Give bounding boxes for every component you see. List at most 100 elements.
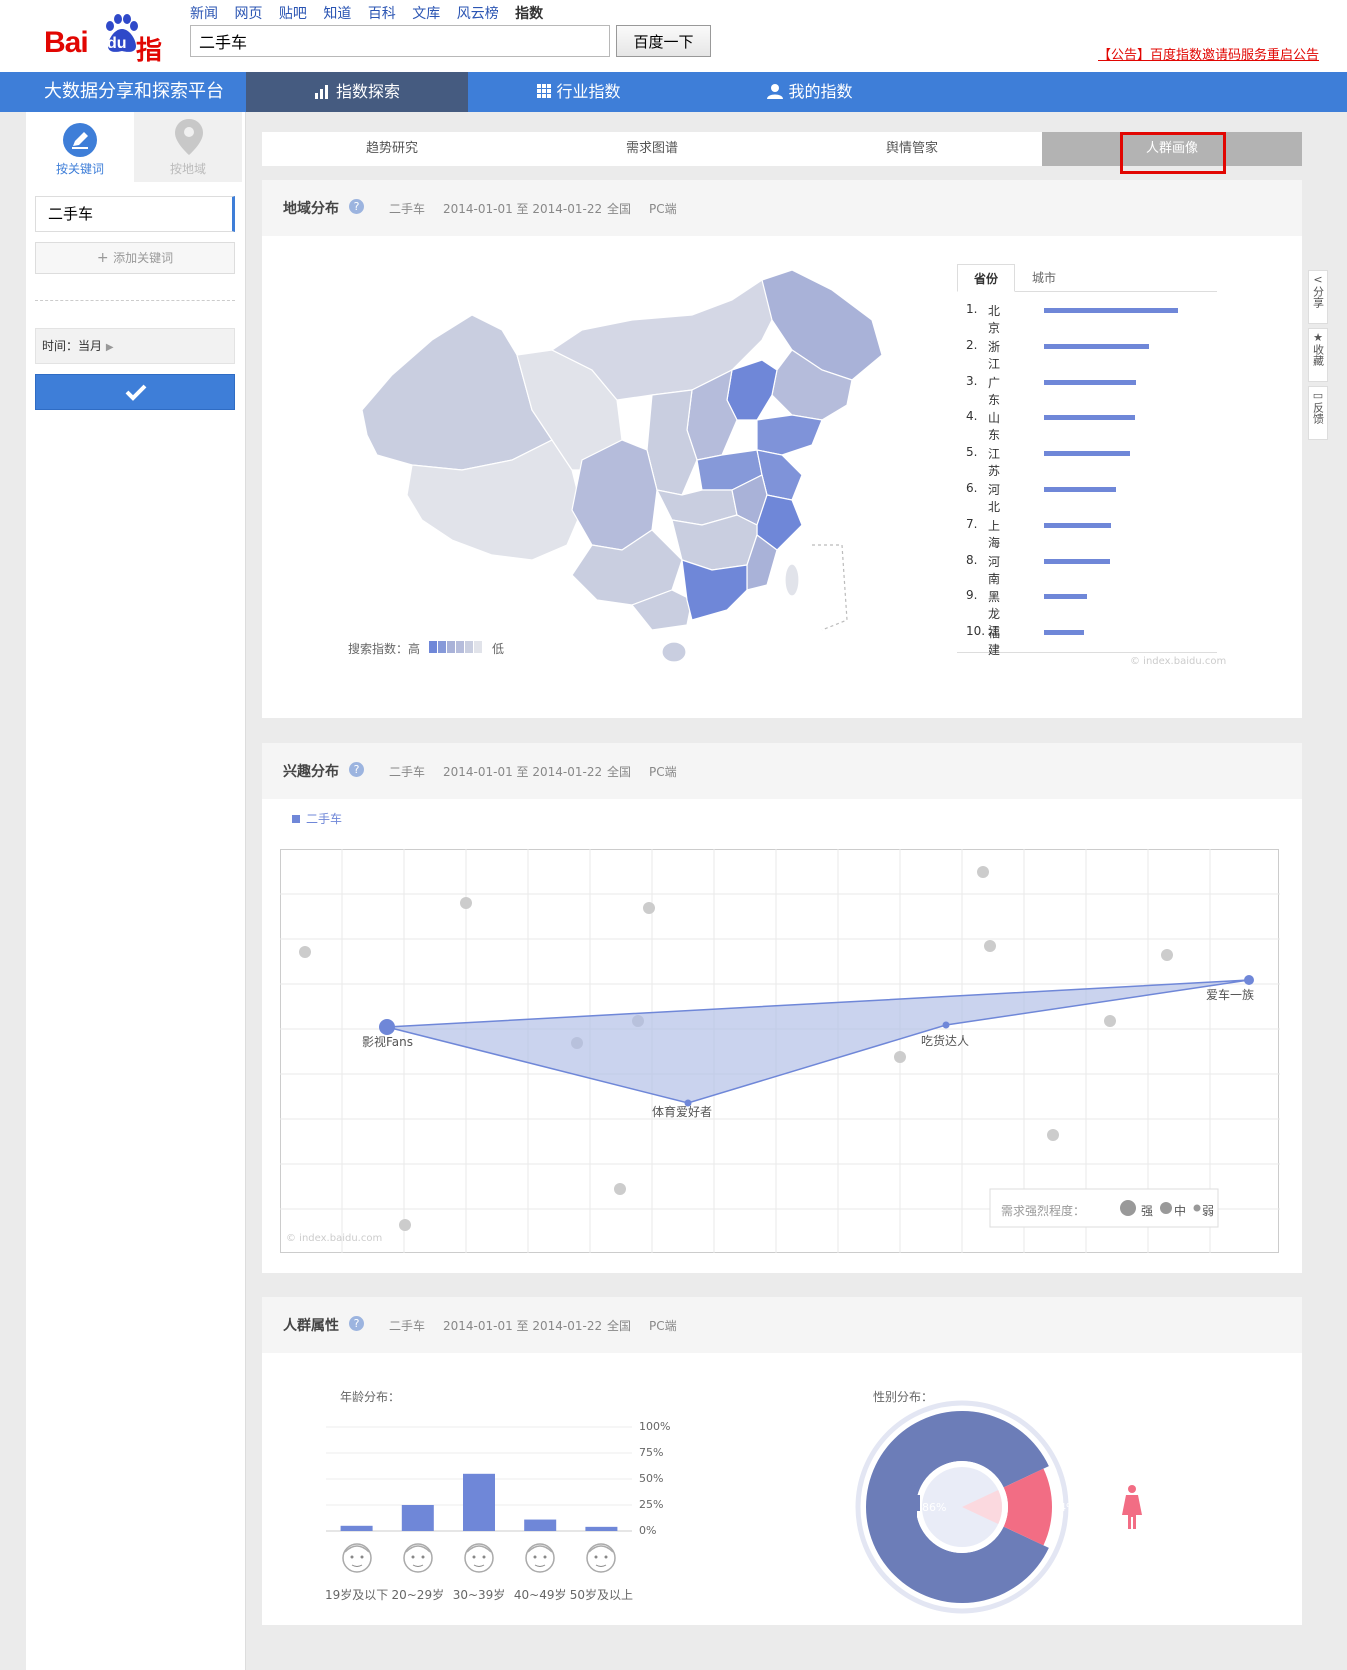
add-keyword-button[interactable]: + 添加关键词	[35, 242, 235, 274]
nav-industry-index[interactable]: 行业指数	[468, 72, 690, 112]
age-axis-label: 75%	[639, 1446, 664, 1459]
baidu-index-logo[interactable]: Bai du 指数	[44, 12, 184, 103]
region-panel-header: 地域分布 ? 二手车 2014-01-01 至 2014-01-22 全国 PC…	[262, 180, 1302, 236]
map-legend-label: 搜索指数：高	[348, 642, 421, 656]
top-nav-wenku[interactable]: 文库	[412, 6, 440, 22]
label-film-fans: 影视Fans	[362, 1035, 414, 1049]
help-icon[interactable]: ?	[349, 1316, 364, 1331]
legend-weak: 弱	[1202, 1204, 1215, 1218]
region-panel-title: 地域分布	[283, 201, 339, 217]
grid-icon	[537, 84, 552, 98]
age-title: 年龄分布：	[340, 1390, 401, 1404]
nav-index-explore[interactable]: 指数探索	[246, 72, 468, 112]
side-tab-keyword-label: 按关键词	[55, 162, 104, 176]
favorite-button[interactable]: ★ 收藏	[1308, 328, 1328, 382]
face-icon	[525, 1543, 555, 1573]
male-icon	[906, 1485, 920, 1529]
bg-dot	[1047, 1129, 1059, 1141]
rank-bar	[1044, 415, 1136, 421]
bg-dot	[984, 940, 996, 952]
top-nav-fengyun[interactable]: 风云榜	[457, 6, 499, 22]
rank-name: 河南	[988, 554, 1001, 586]
age-axis-label: 50%	[639, 1472, 664, 1485]
south-sea-inset	[812, 544, 848, 631]
legend-dot-medium	[1160, 1202, 1172, 1214]
top-header: Bai du 指数 新闻 网页 贴吧 知道 百科 文库 风云榜 指数 百度一下 …	[0, 0, 1347, 103]
interest-point-foodie	[942, 1021, 950, 1029]
legend-dot-strong	[1120, 1200, 1136, 1216]
bg-dot	[460, 897, 472, 909]
legend-medium: 中	[1174, 1204, 1187, 1218]
keyword-item[interactable]: 二手车	[35, 196, 235, 232]
confirm-button[interactable]	[35, 374, 235, 410]
age-bar	[340, 1525, 373, 1531]
legend-strong: 强	[1141, 1204, 1154, 1218]
bg-dot	[894, 1051, 906, 1063]
tab-trend-research[interactable]: 趋势研究	[262, 132, 522, 166]
age-bar	[585, 1526, 618, 1531]
rank-bar	[1044, 343, 1149, 349]
nav-my-index[interactable]: 我的指数	[690, 72, 930, 112]
face-icon	[341, 1543, 372, 1573]
rank-number: 3.	[966, 373, 978, 388]
side-tab-region-label: 按地域	[169, 162, 206, 176]
interest-point-car	[1244, 975, 1254, 985]
top-nav-news[interactable]: 新闻	[190, 6, 218, 22]
meta-area: 全国	[607, 1319, 632, 1333]
meta-area: 全国	[607, 202, 632, 216]
rank-name: 山东	[988, 411, 1001, 443]
top-nav: 新闻 网页 贴吧 知道 百科 文库 风云榜 指数	[190, 3, 555, 23]
add-keyword-label: 添加关键词	[113, 251, 174, 265]
rank-number: 9.	[966, 588, 978, 603]
age-bar	[463, 1473, 495, 1531]
top-nav-tieba[interactable]: 贴吧	[279, 6, 307, 22]
top-nav-zhishu[interactable]: 指数	[515, 6, 543, 22]
bg-dot	[643, 902, 655, 914]
help-icon[interactable]: ?	[349, 199, 364, 214]
rank-number: 6.	[966, 481, 978, 495]
side-tab-region[interactable]: 按地域	[134, 112, 242, 182]
bg-dot	[1161, 949, 1173, 961]
announcement-link[interactable]: 【公告】百度指数邀请码服务重启公告	[1098, 44, 1319, 63]
top-nav-baike[interactable]: 百科	[368, 6, 396, 22]
bar-chart-icon	[314, 85, 328, 99]
meta-device: PC端	[649, 1319, 677, 1333]
face-icon	[464, 1543, 494, 1573]
tab-demand-map[interactable]: 需求图谱	[522, 132, 782, 166]
map-region	[784, 563, 800, 597]
side-tab-keyword[interactable]: 按关键词	[26, 112, 134, 182]
time-selector[interactable]: 时间：当月 ▶	[35, 328, 235, 364]
interest-legend-title: 需求强烈程度：	[1001, 1204, 1086, 1218]
meta-date-range: 2014-01-01 至 2014-01-22	[443, 765, 603, 779]
rank-name: 福建	[988, 626, 1001, 658]
tab-province[interactable]: 省份	[957, 264, 1015, 292]
rank-bar	[1044, 487, 1117, 492]
rank-number: 2.	[966, 337, 978, 352]
rank-bar	[1044, 379, 1137, 385]
map-legend-low: 低	[492, 642, 505, 656]
age-bar-chart	[326, 1426, 632, 1532]
meta-date-range: 2014-01-01 至 2014-01-22	[443, 1319, 603, 1333]
share-button[interactable]: < 分享	[1308, 270, 1328, 324]
search-button[interactable]: 百度一下	[616, 25, 711, 57]
feedback-button[interactable]: ▭ 反馈	[1308, 386, 1328, 440]
female-percent: 14%	[1052, 1501, 1077, 1514]
top-nav-zhidao[interactable]: 知道	[323, 6, 351, 22]
share-icon: <	[1313, 273, 1323, 286]
favorite-label: 收藏	[1311, 344, 1325, 366]
rank-number: 5.	[966, 445, 978, 460]
crowd-panel: 人群属性 ? 二手车 2014-01-01 至 2014-01-22 全国 PC…	[262, 1297, 1302, 1625]
tab-city[interactable]: 城市	[1019, 264, 1069, 292]
tab-sentiment[interactable]: 舆情管家	[782, 132, 1042, 166]
share-label: 分享	[1311, 286, 1325, 308]
region-watermark: © index.baidu.com	[1130, 656, 1227, 667]
logo-du: du	[107, 35, 127, 52]
age-axis-label: 25%	[639, 1498, 664, 1511]
rank-bar	[1044, 522, 1111, 528]
search-input[interactable]	[190, 25, 610, 57]
map-region	[756, 414, 823, 456]
help-icon[interactable]: ?	[349, 762, 364, 777]
time-label: 时间：当月	[42, 339, 103, 353]
meta-device: PC端	[649, 765, 677, 779]
top-nav-web[interactable]: 网页	[234, 6, 262, 22]
